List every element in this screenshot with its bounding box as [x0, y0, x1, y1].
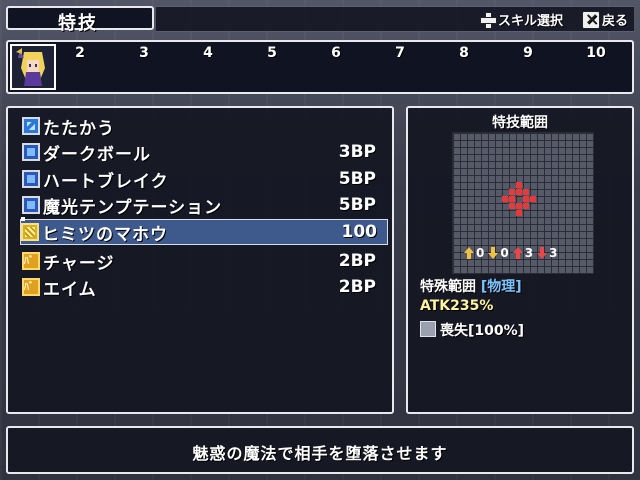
skill-name: ダークボール	[43, 144, 151, 165]
physical-attack-icon	[22, 117, 40, 135]
skill-cost: 2BP	[338, 251, 376, 271]
skill-cost: 100	[341, 222, 378, 242]
buff-skill-icon	[22, 252, 40, 270]
buff-skill-icon	[22, 278, 40, 296]
party-slot[interactable]: 10	[584, 45, 608, 61]
skill-item[interactable]: チャージ 2BP	[22, 249, 386, 274]
arrow-down-icon	[537, 247, 548, 259]
page-title: 特技	[58, 13, 98, 34]
party-slot[interactable]: 4	[196, 45, 220, 61]
range-type: 特殊範囲 [物理]	[420, 279, 522, 295]
skill-cost: 5BP	[338, 169, 376, 189]
skill-item[interactable]: たたかう	[22, 114, 386, 139]
status-effect-icon	[420, 321, 436, 337]
skill-name: エイム	[43, 279, 97, 300]
title-window: 特技	[6, 6, 154, 34]
arrow-up-icon	[464, 247, 474, 259]
range-modifiers: 0 0 3 3	[464, 246, 557, 260]
skill-cost: 5BP	[338, 195, 376, 215]
party-slot[interactable]: 8	[452, 45, 476, 61]
party-bar: 2 3 4 5 6 7 8 9 10	[6, 40, 634, 94]
range-cell	[509, 196, 515, 202]
magic-skill-icon	[22, 196, 40, 214]
range-cell	[523, 189, 529, 195]
skill-name: ヒミツのマホウ	[42, 224, 168, 245]
dpad-icon	[480, 11, 497, 29]
range-type-tag: [物理]	[480, 279, 522, 295]
hint-back[interactable]: 戻る	[582, 9, 629, 29]
range-title: 特技範囲	[492, 115, 548, 131]
modifier-down: 3	[537, 246, 557, 260]
party-slot[interactable]: 5	[260, 45, 284, 61]
arrow-up-icon	[512, 247, 523, 259]
hint-skill-select: スキル選択	[480, 10, 563, 29]
party-slot[interactable]: 9	[516, 45, 540, 61]
skill-name: たたかう	[43, 118, 115, 139]
party-slot[interactable]: 2	[68, 45, 92, 61]
skill-list: たたかう ダークボール 3BP ハートブレイク 5BP 魔光テンプテーション 5…	[6, 106, 394, 414]
character-sprite-icon	[12, 46, 54, 88]
range-cell	[516, 182, 522, 188]
modifier-up: 3	[512, 246, 533, 260]
character-portrait[interactable]	[10, 44, 56, 90]
x-button-icon	[582, 9, 600, 29]
description-box: 魅惑の魔法で相手を堕落させます	[6, 426, 634, 474]
hint-skill-select-label: スキル選択	[498, 14, 564, 29]
status-effect: 喪失[100%]	[420, 320, 524, 340]
skill-name: チャージ	[43, 253, 115, 274]
skill-name: 魔光テンプテーション	[43, 197, 223, 218]
skill-item[interactable]: ハートブレイク 5BP	[22, 167, 386, 192]
skill-description: 魅惑の魔法で相手を堕落させます	[192, 444, 448, 463]
magic-skill-icon	[22, 170, 40, 188]
skill-cost: 3BP	[338, 142, 376, 162]
range-cell	[530, 196, 536, 202]
skill-cost: 2BP	[338, 277, 376, 297]
hint-back-label: 戻る	[602, 14, 629, 29]
special-skill-icon	[21, 223, 39, 241]
skill-item-selected[interactable]: ヒミツのマホウ 100	[20, 217, 388, 245]
range-cell	[523, 203, 529, 209]
range-cell	[509, 189, 515, 195]
atk-value: ATK235%	[420, 298, 494, 314]
skill-item[interactable]: エイム 2BP	[22, 275, 386, 300]
range-cell	[509, 203, 515, 209]
skill-item[interactable]: 魔光テンプテーション 5BP	[22, 193, 386, 218]
range-cell	[516, 189, 522, 195]
range-cell	[516, 210, 522, 216]
party-slot[interactable]: 6	[324, 45, 348, 61]
party-slot[interactable]: 7	[388, 45, 412, 61]
arrow-down-icon	[488, 247, 499, 259]
skill-name: ハートブレイク	[43, 171, 169, 192]
modifier-up: 0	[464, 246, 484, 260]
party-slot[interactable]: 3	[132, 45, 156, 61]
skill-item[interactable]: ダークボール 3BP	[22, 140, 386, 165]
range-cell	[516, 203, 522, 209]
range-cell	[502, 196, 508, 202]
range-cell	[523, 196, 529, 202]
magic-skill-icon	[22, 143, 40, 161]
range-panel: 特技範囲 0 0 3 3 特殊範囲 [物理] ATK235% 喪失[100%]	[406, 106, 634, 414]
modifier-down: 0	[488, 246, 509, 260]
